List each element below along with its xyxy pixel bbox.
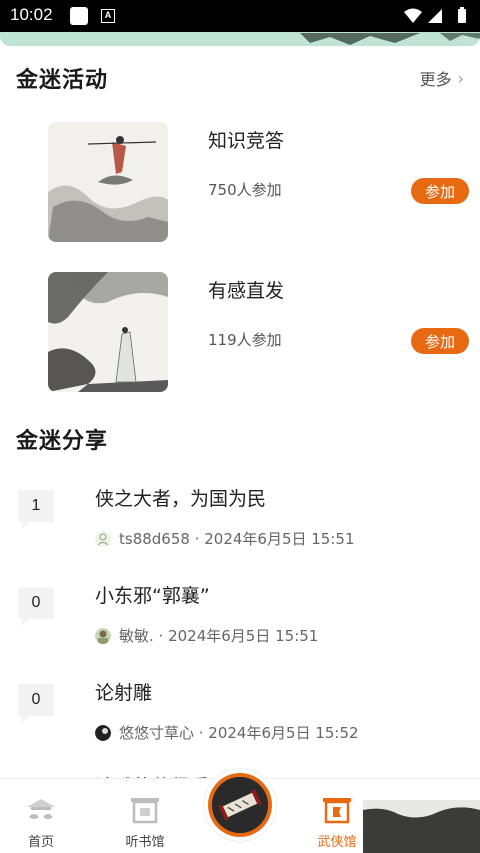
join-button[interactable]: 参加 xyxy=(411,178,469,204)
activity-item[interactable]: 有感直发 119人参加 参加 xyxy=(0,272,480,394)
home-icon xyxy=(27,799,55,819)
center-button-ring xyxy=(208,773,272,837)
signal-icon xyxy=(428,9,442,23)
scroll-icon xyxy=(212,777,268,833)
comment-count-badge: 0 xyxy=(18,684,54,723)
wifi-icon xyxy=(404,8,422,23)
system-status-icons xyxy=(404,7,466,23)
nav-label: 首页 xyxy=(27,835,54,850)
share-meta: ts88d658 · 2024年6月5日 15:51 xyxy=(119,530,355,548)
audiobook-hall-icon xyxy=(131,798,159,824)
avatar xyxy=(95,724,111,741)
status-time: 10:02 xyxy=(10,5,53,24)
chevron-right-icon: › xyxy=(457,68,464,88)
nav-label: 听书馆 xyxy=(125,835,165,850)
activity-title: 有感直发 xyxy=(208,280,285,302)
comment-count-badge: 0 xyxy=(18,587,54,626)
shares-section-title: 金迷分享 xyxy=(16,429,109,454)
share-item[interactable]: 0 小东邪“郭襄” 敏敏. · 2024年6月5日 15:51 xyxy=(0,581,480,671)
comment-count-badge: 1 xyxy=(18,490,54,529)
share-item[interactable]: 1 侠之大者，为国为民 ts88d658 · 2024年6月5日 15:51 xyxy=(0,484,480,574)
more-activities-link[interactable]: 更多 › xyxy=(420,66,464,90)
status-bar: 10:02 A xyxy=(0,0,480,32)
more-label: 更多 xyxy=(419,70,452,89)
wuxia-hall-icon xyxy=(323,798,351,824)
battery-icon xyxy=(458,9,466,23)
activity-item[interactable]: 知识竞答 750人参加 参加 xyxy=(0,122,480,244)
nav-home[interactable]: 首页 xyxy=(0,779,80,853)
share-item[interactable]: 0 论射雕 悠悠寸草心 · 2024年6月5日 15:52 xyxy=(0,678,480,768)
activity-participants: 119人参加 xyxy=(208,331,282,349)
share-meta-row: 敏敏. · 2024年6月5日 15:51 xyxy=(95,625,318,646)
nav-audiobook-hall[interactable]: 听书馆 xyxy=(104,779,184,853)
floating-thumbnail[interactable] xyxy=(363,800,480,853)
banner-image[interactable] xyxy=(0,32,480,46)
share-meta: 悠悠寸草心 · 2024年6月5日 15:52 xyxy=(119,724,359,742)
activity-participants: 750人参加 xyxy=(208,181,282,199)
share-meta-row: 悠悠寸草心 · 2024年6月5日 15:52 xyxy=(95,722,359,743)
share-title: 论射雕 xyxy=(95,682,153,704)
avatar xyxy=(95,627,111,644)
notification-a-icon: A xyxy=(101,9,115,23)
avatar xyxy=(95,530,111,547)
activities-section-title: 金迷活动 xyxy=(16,68,109,93)
notification-icon xyxy=(70,7,88,25)
share-meta-row: ts88d658 · 2024年6月5日 15:51 xyxy=(95,528,355,549)
center-feature-button[interactable] xyxy=(204,769,276,841)
share-meta: 敏敏. · 2024年6月5日 15:51 xyxy=(119,627,319,645)
activity-title: 知识竞答 xyxy=(208,130,285,152)
join-button[interactable]: 参加 xyxy=(411,328,469,354)
share-title: 侠之大者，为国为民 xyxy=(95,488,267,510)
activity-thumbnail xyxy=(48,122,168,242)
share-title: 小东邪“郭襄” xyxy=(95,585,210,607)
activity-thumbnail xyxy=(48,272,168,392)
